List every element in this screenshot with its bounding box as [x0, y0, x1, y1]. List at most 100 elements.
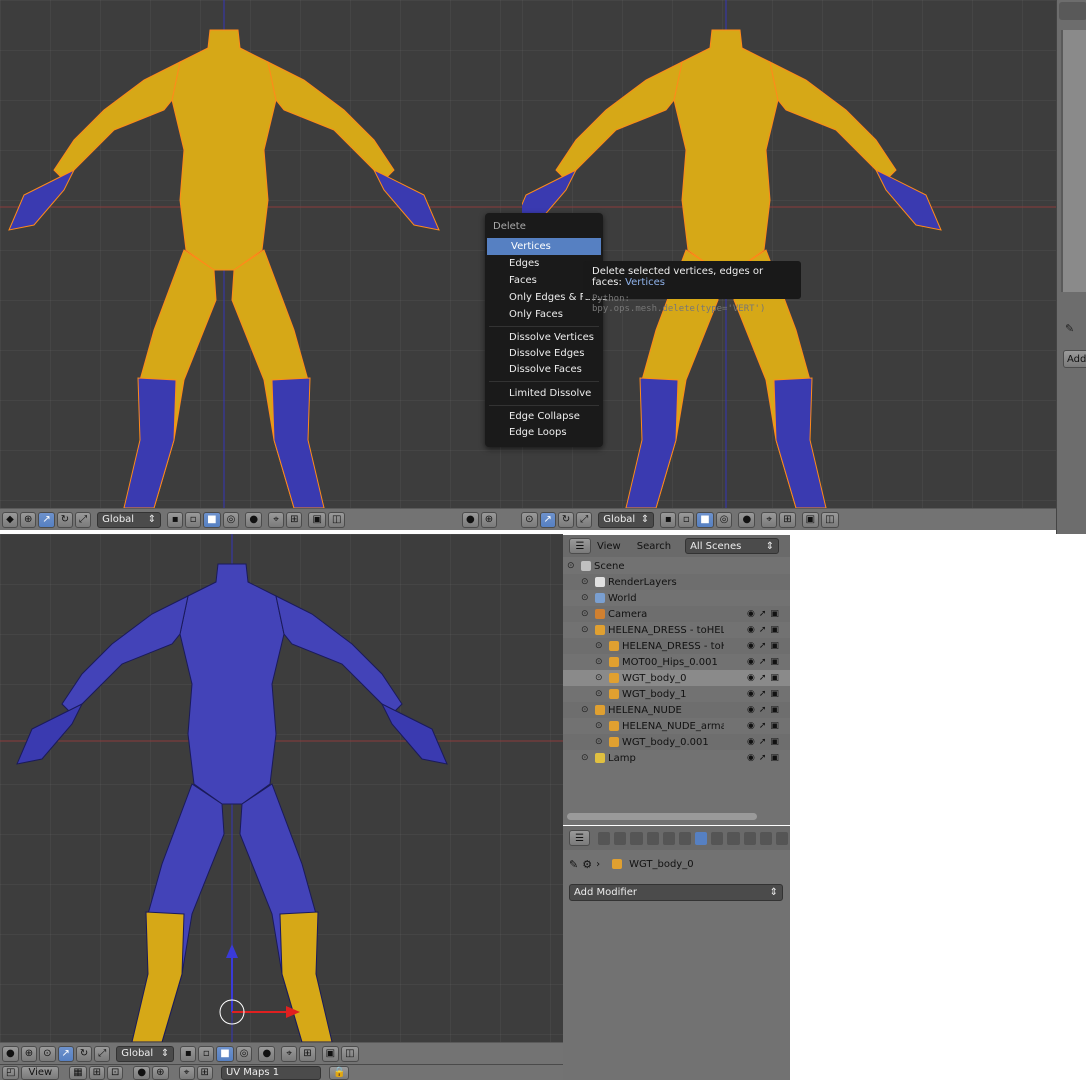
manipulator-rotate-button[interactable]: ↻ [557, 511, 575, 528]
manipulator-scale-button[interactable]: ⤢ [94, 1045, 111, 1062]
display-mode-select[interactable]: All Scenes ⇕ [685, 538, 780, 554]
snap-element-button[interactable]: ⊞ [779, 511, 796, 528]
edge-select-button[interactable]: ▫ [678, 511, 695, 528]
viewport-top-left[interactable] [0, 0, 522, 508]
pivot-button[interactable]: ⊕ [20, 1045, 38, 1062]
snap-button[interactable]: ⌖ [761, 511, 778, 528]
eye-icon[interactable]: ◉ [747, 721, 755, 731]
eye-icon[interactable]: ◉ [747, 609, 755, 619]
snap-button[interactable]: ⌖ [281, 1045, 298, 1062]
expand-icon[interactable]: ⊙ [581, 705, 591, 715]
proportional-button[interactable]: ● [245, 511, 263, 528]
render-button[interactable]: ▣ [308, 511, 326, 528]
menu-item-dissolve-edges[interactable]: Dissolve Edges [485, 346, 603, 362]
data-tab-icon[interactable] [711, 831, 724, 845]
menu-item-vertices[interactable]: Vertices [487, 238, 601, 255]
physics-tab-icon[interactable] [775, 831, 788, 845]
outliner-row[interactable]: ⊙ WGT_body_1 ◉ ➚ ▣ [563, 686, 790, 702]
expand-icon[interactable]: ⊙ [595, 673, 605, 683]
render-icon[interactable]: ▣ [770, 753, 779, 763]
outliner-search-menu[interactable]: Search [637, 541, 671, 552]
expand-icon[interactable]: ⊙ [595, 657, 605, 667]
add-button[interactable]: Add [1063, 350, 1086, 368]
vertex-select-button[interactable]: ▪ [180, 1045, 197, 1062]
outliner-row[interactable]: ⊙ Lamp ◉ ➚ ▣ [563, 750, 790, 766]
render-icon[interactable]: ▣ [770, 673, 779, 683]
vertex-select-button[interactable]: ▪ [660, 511, 677, 528]
constraints-tab-icon[interactable] [678, 831, 692, 845]
render-icon[interactable]: ▣ [770, 609, 779, 619]
face-select-button[interactable]: ■ [203, 511, 221, 528]
shading-button[interactable]: ● [462, 511, 479, 528]
cursor-icon[interactable]: ➚ [759, 689, 767, 699]
expand-icon[interactable]: ⊙ [581, 593, 591, 603]
menu-item-dissolve-vertices[interactable]: Dissolve Vertices [485, 330, 603, 346]
object-tab-icon[interactable] [662, 831, 675, 845]
shading-button[interactable]: ◆ [2, 511, 18, 528]
vertex-select-button[interactable]: ▪ [167, 511, 184, 528]
camera-render-button[interactable]: ◫ [821, 511, 839, 528]
menu-item-only-faces[interactable]: Only Faces [485, 306, 603, 323]
manipulator-toggle-button[interactable]: ⊙ [39, 1045, 56, 1062]
manipulator-translate-button[interactable]: ↗ [539, 511, 556, 528]
transform-orientation-select[interactable]: Global ⇕ [116, 1045, 175, 1062]
snap-button[interactable]: ⌖ [268, 511, 285, 528]
occlude-button[interactable]: ◎ [222, 511, 240, 528]
manipulator-scale-button[interactable]: ⤢ [576, 511, 593, 528]
render-icon[interactable]: ▣ [770, 689, 779, 699]
edge-select-button[interactable]: ▫ [185, 511, 202, 528]
eye-icon[interactable]: ◉ [747, 673, 755, 683]
outliner-row[interactable]: ⊙ HELENA_NUDE_armature ◉ ➚▣ [563, 718, 790, 734]
expand-icon[interactable]: ⊙ [595, 721, 605, 731]
outliner-scrollbar[interactable] [567, 813, 757, 820]
eye-icon[interactable]: ◉ [747, 641, 755, 651]
texture-tab-icon[interactable] [743, 831, 756, 845]
face-select-button[interactable]: ■ [216, 1045, 234, 1062]
eye-icon[interactable]: ◉ [747, 657, 755, 667]
editor-type-button[interactable]: ☰ [569, 830, 591, 846]
editor-type-button[interactable]: ◰ [2, 1065, 20, 1080]
expand-icon[interactable]: ⊙ [581, 753, 591, 763]
lock-icon[interactable]: 🔒 [328, 1065, 350, 1080]
world-tab-icon[interactable] [646, 831, 659, 845]
image-add-button[interactable]: ⊞ [88, 1065, 106, 1080]
outliner-row[interactable]: ⊙ HELENA_DRESS - toHELENA_ ◉ ➚▣ [563, 638, 790, 654]
expand-icon[interactable]: ⊙ [581, 577, 591, 587]
manipulator-translate-button[interactable]: ↗ [38, 511, 55, 528]
outliner-row[interactable]: ⊙ WGT_body_0.001 ◉ ➚ ▣ [563, 734, 790, 750]
cursor-icon[interactable]: ➚ [759, 657, 767, 667]
cursor-icon[interactable]: ➚ [759, 753, 767, 763]
viewport-bottom[interactable] [0, 534, 563, 1042]
expand-icon[interactable]: ⊙ [595, 689, 605, 699]
expand-icon[interactable]: ⊙ [595, 641, 605, 651]
cursor-icon[interactable]: ➚ [759, 673, 767, 683]
pin-icon[interactable]: ✎ [569, 858, 578, 871]
shading-button[interactable]: ● [2, 1045, 19, 1062]
shading-button[interactable]: ● [133, 1065, 151, 1080]
face-select-button[interactable]: ■ [696, 511, 714, 528]
modifiers-tab-icon[interactable] [695, 831, 708, 845]
editor-type-button[interactable]: ☰ [569, 538, 591, 554]
render-icon[interactable]: ▣ [770, 641, 779, 651]
add-modifier-select[interactable]: Add Modifier ⇕ [569, 884, 783, 901]
outliner-row[interactable]: ⊙ Scene [563, 558, 790, 574]
occlude-button[interactable]: ◎ [235, 1045, 253, 1062]
outliner-row[interactable]: ⊙ Camera ◉ ➚ ▣ [563, 606, 790, 622]
uv-map-select[interactable]: UV Maps 1 [220, 1065, 321, 1080]
eye-icon[interactable]: ◉ [747, 689, 755, 699]
render-icon[interactable]: ▣ [770, 625, 779, 635]
eye-icon[interactable]: ◉ [747, 625, 755, 635]
snap-element-button[interactable]: ⊞ [196, 1065, 213, 1080]
render-tab-icon[interactable] [598, 831, 611, 845]
render-icon[interactable]: ▣ [770, 721, 779, 731]
pivot-button[interactable]: ⊕ [152, 1065, 169, 1080]
render-button[interactable]: ▣ [321, 1045, 340, 1062]
outliner-row[interactable]: ⊙ WGT_body_0 ◉ ➚ ▣ [563, 670, 790, 686]
pivot-button[interactable]: ⊕ [480, 511, 498, 528]
cursor-icon[interactable]: ➚ [759, 625, 767, 635]
camera-render-button[interactable]: ◫ [341, 1045, 359, 1062]
eye-icon[interactable]: ◉ [747, 753, 755, 763]
manipulator-rotate-button[interactable]: ↻ [56, 511, 74, 528]
proportional-button[interactable]: ● [738, 511, 756, 528]
cursor-icon[interactable]: ➚ [759, 737, 767, 747]
